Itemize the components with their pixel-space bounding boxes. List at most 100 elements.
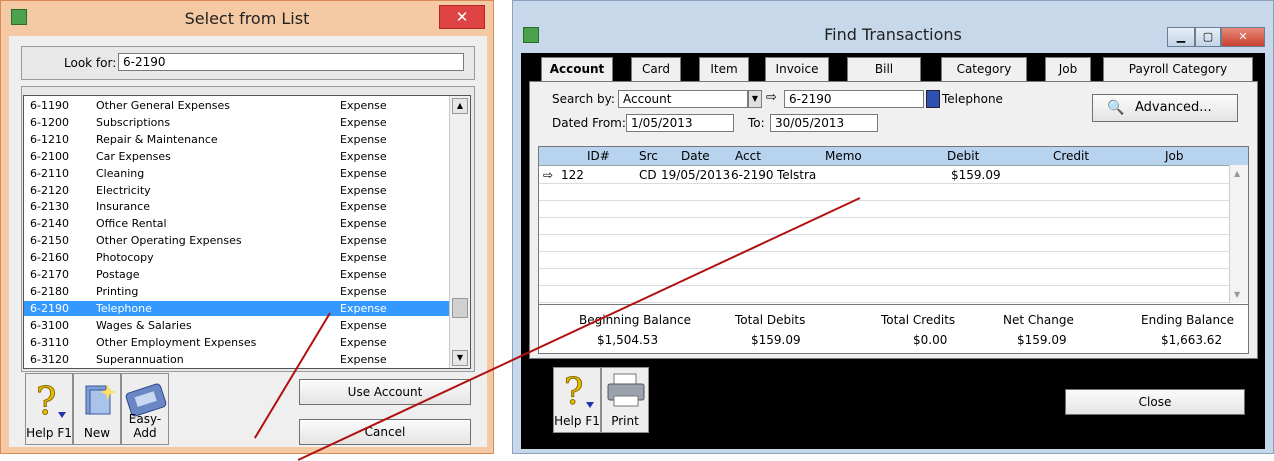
list-scrollbar[interactable]: ▲ ▼ xyxy=(449,96,470,368)
tab-payroll-category[interactable]: Payroll Category xyxy=(1103,57,1253,81)
printer-icon xyxy=(607,373,645,407)
scroll-up-icon[interactable]: ▲ xyxy=(1234,169,1240,178)
grid-line xyxy=(539,268,1229,269)
arrow-link-icon[interactable]: ⇨ xyxy=(766,90,777,105)
close-button[interactable]: Close xyxy=(1065,389,1245,415)
scroll-thumb[interactable] xyxy=(452,298,468,318)
scroll-down-icon[interactable]: ▼ xyxy=(452,350,468,366)
grid-scrollbar[interactable]: ▲ ▼ xyxy=(1229,165,1248,303)
tab-card[interactable]: Card xyxy=(631,57,681,81)
list-item[interactable]: 6-2180 Printing Expense xyxy=(24,284,450,299)
close-icon[interactable]: ✕ xyxy=(439,5,485,29)
list-item[interactable]: 6-2160 Photocopy Expense xyxy=(24,250,450,265)
print-button[interactable]: Print xyxy=(601,367,649,433)
close-icon[interactable]: ✕ xyxy=(1221,27,1265,47)
list-item[interactable]: 6-2150 Other Operating Expenses Expense xyxy=(24,233,450,248)
list-item[interactable]: 6-2140 Office Rental Expense xyxy=(24,216,450,231)
ending-balance-value: $1,663.62 xyxy=(1161,333,1223,347)
list-item[interactable]: 6-1200 Subscriptions Expense xyxy=(24,115,450,130)
account-input[interactable]: 6-2190 xyxy=(784,90,924,108)
new-button[interactable]: New xyxy=(73,373,121,445)
transactions-grid[interactable]: ID# Src Date Acct Memo Debit Credit Job … xyxy=(538,146,1249,354)
account-type: Expense xyxy=(340,301,387,315)
grid-line xyxy=(539,217,1229,218)
total-debits-value: $159.09 xyxy=(751,333,801,347)
col-debit[interactable]: Debit xyxy=(947,147,979,165)
tab-job[interactable]: Job xyxy=(1045,57,1091,81)
search-by-select[interactable]: Account xyxy=(618,90,748,108)
find-transactions-window: Find Transactions ▁ ▢ ✕ Account Card Item I… xyxy=(512,0,1274,454)
advanced-label: Advanced... xyxy=(1135,100,1212,115)
new-label: New xyxy=(83,426,111,440)
list-item[interactable]: 6-2130 Insurance Expense xyxy=(24,199,450,214)
account-type: Expense xyxy=(340,268,387,281)
help-label: Help F1 xyxy=(554,414,600,428)
account-name: Repair & Maintenance xyxy=(96,132,218,146)
col-memo[interactable]: Memo xyxy=(825,147,862,165)
account-code: 6-1190 xyxy=(30,99,69,112)
col-date[interactable]: Date xyxy=(681,147,710,165)
account-name: Other Operating Expenses xyxy=(96,234,242,248)
list-item[interactable]: 6-3110 Other Employment Expenses Expense xyxy=(24,335,450,350)
list-item[interactable]: 6-2120 Electricity Expense xyxy=(24,183,450,198)
tab-account[interactable]: Account xyxy=(541,57,613,83)
svg-text:?: ? xyxy=(36,379,56,422)
help-button[interactable]: ? Help F1 xyxy=(25,373,73,445)
tab-invoice[interactable]: Invoice xyxy=(765,57,829,81)
title-bar[interactable]: Select from List ✕ xyxy=(1,1,493,35)
look-for-input[interactable]: 6-2190 xyxy=(118,53,464,71)
cell-src: CD xyxy=(639,168,657,182)
list-picker-icon[interactable] xyxy=(926,90,940,108)
tab-item[interactable]: Item xyxy=(699,57,749,81)
list-item[interactable]: 6-1210 Repair & Maintenance Expense xyxy=(24,132,450,147)
account-type: Expense xyxy=(340,132,387,146)
maximize-icon[interactable]: ▢ xyxy=(1195,27,1221,47)
list-item[interactable]: 6-1190 Other General Expenses Expense xyxy=(24,98,450,113)
easy-add-button[interactable]: Easy-Add xyxy=(121,373,169,445)
col-acct[interactable]: Acct xyxy=(735,147,761,165)
advanced-button[interactable]: 🔍 Advanced... xyxy=(1092,94,1238,122)
net-change-label: Net Change xyxy=(1003,313,1074,327)
row-arrow-icon[interactable]: ⇨ xyxy=(543,167,553,183)
account-name: Car Expenses xyxy=(96,149,171,163)
dropdown-arrow-icon[interactable]: ▼ xyxy=(748,90,762,108)
tab-bill[interactable]: Bill xyxy=(847,57,921,81)
account-code: 6-2100 xyxy=(30,149,69,163)
scroll-up-icon[interactable]: ▲ xyxy=(452,98,468,114)
list-item[interactable]: 6-3100 Wages & Salaries Expense xyxy=(24,318,450,333)
help-icon: ? xyxy=(36,379,66,422)
cancel-button[interactable]: Cancel xyxy=(299,419,471,445)
account-code: 6-2160 xyxy=(30,251,69,265)
list-item[interactable]: 6-3120 Superannuation Expense xyxy=(24,352,450,367)
account-code: 6-2190 xyxy=(30,301,69,315)
help-button[interactable]: ? Help F1 xyxy=(553,367,601,433)
col-credit[interactable]: Credit xyxy=(1053,147,1089,165)
account-list[interactable]: 6-1190 Other General Expenses Expense 6-120… xyxy=(23,95,471,369)
window-title: Find Transactions xyxy=(824,25,962,44)
dated-from-input[interactable]: 1/05/2013 xyxy=(626,114,734,132)
list-item[interactable]: 6-2110 Cleaning Expense xyxy=(24,166,450,181)
window-body: Account Card Item Invoice Bill Category Job Pay… xyxy=(521,53,1265,449)
col-job[interactable]: Job xyxy=(1165,147,1184,165)
account-name: Postage xyxy=(96,268,140,281)
list-item[interactable]: 6-2190 Telephone Expense xyxy=(24,300,450,316)
list-item[interactable]: 6-2100 Car Expenses Expense xyxy=(24,149,450,164)
grid-line xyxy=(539,200,1229,201)
account-name: Superannuation xyxy=(96,352,184,366)
to-input[interactable]: 30/05/2013 xyxy=(770,114,878,132)
account-code: 6-2170 xyxy=(30,268,69,281)
account-type: Expense xyxy=(340,335,387,349)
table-row[interactable]: ⇨ 122 CD 19/05/2013 6-2190 Telstra $159.… xyxy=(539,167,1229,183)
list-item[interactable]: 6-2170 Postage Expense xyxy=(24,267,450,282)
scroll-down-icon[interactable]: ▼ xyxy=(1234,290,1240,299)
col-id[interactable]: ID# xyxy=(587,147,610,165)
account-code: 6-1210 xyxy=(30,132,69,146)
account-code: 6-2180 xyxy=(30,284,69,298)
account-type: Expense xyxy=(340,217,387,231)
account-name: Wages & Salaries xyxy=(96,318,192,332)
account-type: Expense xyxy=(340,149,387,163)
grid-line xyxy=(539,302,1229,303)
tab-category[interactable]: Category xyxy=(941,57,1027,81)
col-src[interactable]: Src xyxy=(639,147,658,165)
minimize-icon[interactable]: ▁ xyxy=(1167,27,1195,47)
